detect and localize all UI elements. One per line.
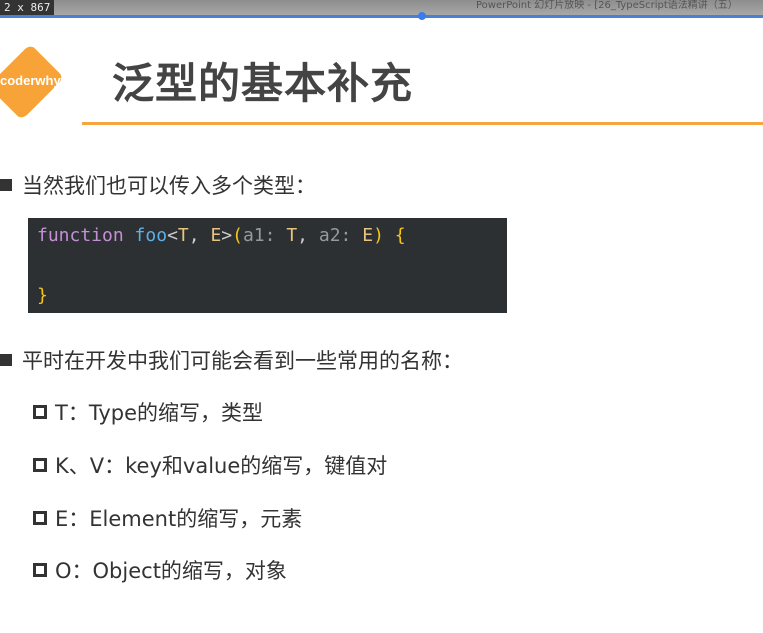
hollow-square-icon: [33, 563, 47, 577]
slider-handle[interactable]: [418, 12, 426, 20]
hollow-square-icon: [33, 511, 47, 525]
window-title: PowerPoint 幻灯片放映 - [26_TypeScript语法精讲（五）: [476, 0, 738, 11]
square-bullet-icon: [0, 179, 12, 191]
list-item: T：Type的缩写，类型: [33, 397, 263, 427]
progress-line: [0, 15, 763, 18]
window-title-bar: 2 x 867 PowerPoint 幻灯片放映 - [26_TypeScrip…: [0, 0, 763, 15]
code-block: function foo<T, E>(a1: T, a2: E) { }: [28, 218, 507, 313]
dimension-readout: 2 x 867: [0, 0, 55, 15]
list-item: E：Element的缩写，元素: [33, 503, 302, 533]
bullet-common-names: 平时在开发中我们可能会看到一些常用的名称：: [0, 345, 463, 375]
hollow-square-icon: [33, 405, 47, 419]
list-item: O：Object的缩写，对象: [33, 555, 287, 585]
bullet-multiple-types: 当然我们也可以传入多个类型：: [0, 170, 316, 200]
list-item: K、V：key和value的缩写，键值对: [33, 450, 387, 480]
slide-title: 泛型的基本补充: [112, 59, 414, 108]
title-underline: [82, 122, 763, 125]
coderwhy-logo: coderwhy: [0, 42, 65, 122]
hollow-square-icon: [33, 458, 47, 472]
square-bullet-icon: [0, 354, 12, 366]
